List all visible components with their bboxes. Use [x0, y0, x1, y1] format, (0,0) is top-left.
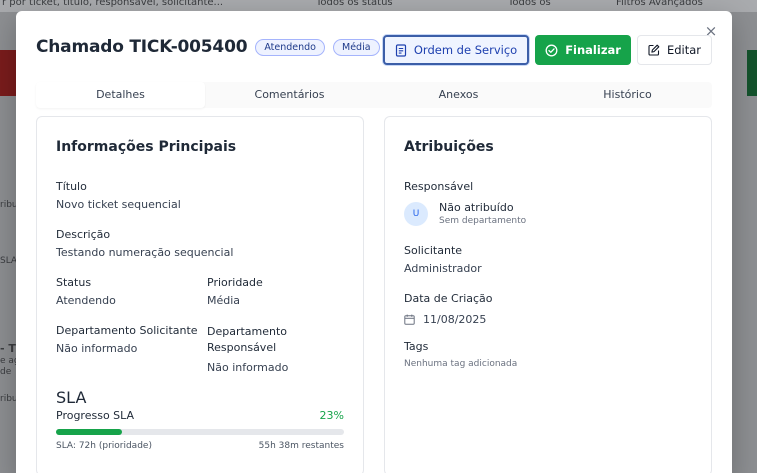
header-actions: Ordem de Serviço Finalizar Editar	[382, 35, 712, 65]
background-red-block	[0, 50, 16, 96]
data-criacao-row: 11/08/2025	[404, 310, 493, 329]
sla-meta: SLA: 72h (prioridade)	[56, 441, 152, 451]
titulo-label: Título	[56, 180, 87, 193]
sla-progress-bar	[56, 429, 344, 435]
service-order-button[interactable]: Ordem de Serviço	[382, 35, 530, 65]
descricao-field: Descrição Testando numeração sequencial	[56, 228, 233, 259]
document-icon	[395, 43, 407, 57]
avatar: U	[404, 201, 428, 226]
tab-comentarios[interactable]: Comentários	[205, 82, 374, 108]
tags-label: Tags	[404, 340, 429, 353]
status-badge: Atendendo	[255, 38, 325, 56]
finish-button[interactable]: Finalizar	[535, 35, 631, 65]
background-advanced-filters: Filtros Avançados	[616, 0, 703, 8]
tab-detalhes[interactable]: Detalhes	[36, 82, 205, 108]
titulo-value: Novo ticket sequencial	[56, 198, 181, 211]
dep-solicitante-field: Departamento Solicitante Não informado	[56, 324, 198, 355]
solicitante-label: Solicitante	[404, 244, 463, 257]
sla-section-label: SLA	[56, 388, 87, 407]
sla-progress-label: Progresso SLA	[56, 409, 135, 422]
descricao-label: Descrição	[56, 228, 111, 241]
tags-value: Nenhuma tag adicionada	[404, 359, 518, 369]
responsavel-value: Não atribuído	[439, 201, 514, 214]
data-criacao-value: 11/08/2025	[423, 313, 487, 326]
status-label: Status	[56, 276, 92, 289]
ticket-modal: × Chamado TICK-005400 Atendendo Média Or…	[16, 11, 732, 473]
calendar-icon	[404, 310, 415, 329]
data-criacao-field: Data de Criação 11/08/2025	[404, 292, 493, 329]
prioridade-label: Prioridade	[207, 276, 263, 289]
responsavel-field: Responsável U Não atribuído Sem departam…	[404, 180, 526, 226]
titulo-field: Título Novo ticket sequencial	[56, 180, 181, 211]
dep-responsavel-value: Não informado	[207, 361, 289, 374]
sla-progress-fill	[56, 429, 123, 435]
edit-label: Editar	[666, 43, 701, 57]
tags-field: Tags Nenhuma tag adicionada	[404, 340, 517, 369]
edit-icon	[648, 44, 660, 56]
solicitante-field: Solicitante Administrador	[404, 244, 482, 275]
finish-label: Finalizar	[565, 43, 621, 57]
prioridade-field: Prioridade Média	[207, 276, 263, 307]
main-info-card: Informações Principais Título Novo ticke…	[36, 116, 364, 473]
status-value: Atendendo	[56, 294, 116, 307]
dep-solicitante-label: Departamento Solicitante	[56, 324, 198, 337]
main-info-title: Informações Principais	[56, 139, 237, 155]
background-snippet: ribu	[0, 200, 18, 210]
tab-bar: Detalhes Comentários Anexos Histórico	[36, 82, 712, 108]
responsavel-label: Responsável	[404, 180, 474, 193]
solicitante-value: Administrador	[404, 262, 482, 275]
sla-progress-value: 23%	[319, 409, 344, 422]
data-criacao-label: Data de Criação	[404, 292, 493, 305]
background-status-filter: Todos os status	[316, 0, 393, 8]
responsavel-dept: Sem departamento	[439, 216, 527, 226]
modal-header: Chamado TICK-005400 Atendendo Média	[36, 37, 380, 57]
dep-responsavel-label: Departamento Responsável	[207, 325, 288, 354]
tab-historico[interactable]: Histórico	[543, 82, 712, 108]
dep-solicitante-value: Não informado	[56, 342, 138, 355]
background-snippet: ribu	[0, 394, 18, 404]
assignments-title: Atribuições	[404, 139, 494, 155]
background-green-block	[747, 50, 757, 96]
responsavel-row: U Não atribuído Sem departamento	[404, 201, 526, 226]
assignments-card: Atribuições Responsável U Não atribuído …	[384, 116, 712, 473]
background-search-text: r por ticket, título, responsável, solic…	[2, 0, 224, 8]
service-order-label: Ordem de Serviço	[413, 43, 518, 57]
descricao-value: Testando numeração sequencial	[56, 246, 234, 259]
sla-remaining: 55h 38m restantes	[258, 441, 344, 451]
page-title: Chamado TICK-005400	[36, 37, 248, 57]
background-snippet: SLA	[0, 256, 18, 266]
tab-anexos[interactable]: Anexos	[374, 82, 543, 108]
background-snippet: - T	[0, 342, 16, 355]
check-circle-icon	[545, 44, 558, 57]
priority-badge: Média	[333, 38, 380, 56]
background-snippet: de	[0, 367, 12, 377]
edit-button[interactable]: Editar	[636, 35, 712, 65]
status-field: Status Atendendo	[56, 276, 116, 307]
dep-responsavel-field: Departamento Responsável Não informado	[207, 324, 317, 374]
background-filter-2: Todos os	[508, 0, 551, 8]
prioridade-value: Média	[207, 294, 241, 307]
